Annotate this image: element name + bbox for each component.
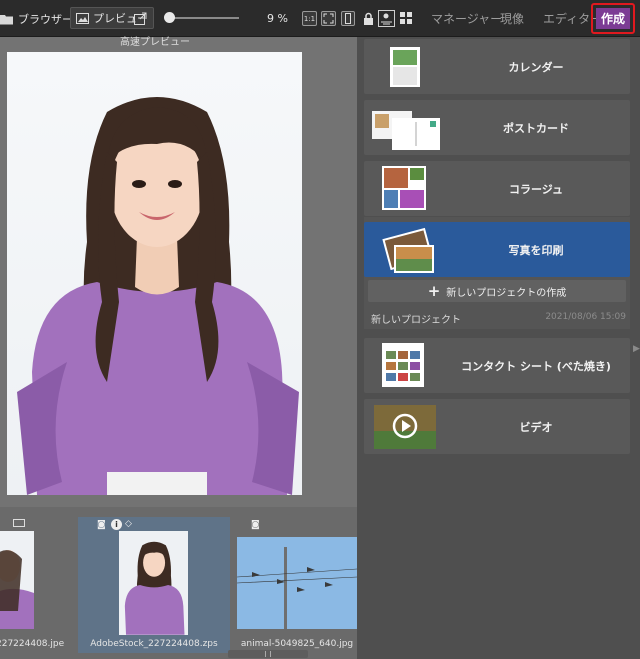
lock-icon[interactable] — [361, 11, 375, 26]
filmstrip-item-name: animal-5049825_640.jpg — [240, 639, 354, 649]
project-postcard[interactable]: ポストカード — [364, 100, 630, 155]
calendar-icon — [390, 47, 420, 87]
zoom-value: 9 % — [267, 12, 288, 25]
panel-collapse-arrow-icon[interactable]: ▶ — [633, 344, 640, 354]
info-icon: i — [111, 519, 122, 530]
filmstrip-item[interactable]: 227224408.jpeg — [0, 517, 68, 653]
browser-label: ブラウザー — [18, 12, 73, 26]
filmstrip-item[interactable]: ◙ animal-5049825_640.jpg — [237, 517, 357, 653]
new-project-button[interactable]: + 新しいプロジェクトの作成 — [368, 280, 626, 302]
create-tab-highlight: 作成 — [591, 3, 635, 34]
popout-icon[interactable] — [133, 11, 147, 25]
tab-create[interactable]: 作成 — [596, 8, 630, 29]
project-collage[interactable]: コラージュ — [364, 161, 630, 216]
thumbnail-image — [0, 531, 34, 629]
filmstrip-item-name: 227224408.jpeg — [0, 639, 64, 649]
create-projects-panel: カレンダー ポストカード コラージュ 写真を印刷 + 新しいプロジェクトの作成 … — [357, 37, 640, 659]
fit-height-icon[interactable] — [341, 11, 355, 26]
preview-pane: 高速プレビュー — [0, 37, 357, 507]
filmstrip: 227224408.jpeg ◙ i ◇ AdobeStock_22722440… — [0, 507, 357, 659]
project-label: ビデオ — [519, 420, 553, 434]
collage-icon — [382, 166, 426, 210]
print-photos-icon — [382, 227, 434, 273]
project-label: コンタクト シート (べた焼き) — [461, 359, 611, 373]
recent-project-row[interactable]: 新しいプロジェクト 2021/08/06 15:09 — [364, 308, 630, 326]
plus-icon: + — [427, 282, 441, 300]
app-window: ブラウザー ▼ プレビュー 9 % 1:1 マネージャー 現像 — [0, 0, 640, 659]
compare-icon[interactable] — [378, 10, 395, 27]
thumbnail-image — [237, 537, 357, 629]
recent-project-date: 2021/08/06 15:09 — [545, 312, 626, 322]
contact-sheet-icon — [382, 343, 424, 387]
postcard-icon — [372, 111, 440, 150]
tab-develop[interactable]: 現像 — [500, 0, 524, 37]
project-label: ポストカード — [503, 121, 569, 135]
preview-mode-label: 高速プレビュー — [120, 37, 190, 48]
image-icon — [76, 12, 89, 24]
filmstrip-item-selected[interactable]: ◙ i ◇ AdobeStock_227224408.zps — [78, 517, 230, 653]
folder-icon — [0, 14, 13, 24]
filmstrip-item-name: AdobeStock_227224408.zps — [90, 639, 218, 649]
filmstrip-scrollbar[interactable] — [228, 650, 308, 658]
new-project-button-label: 新しいプロジェクトの作成 — [446, 287, 567, 299]
project-contact-sheet[interactable]: コンタクト シート (べた焼き) — [364, 338, 630, 393]
project-label: 写真を印刷 — [508, 243, 564, 257]
project-label: カレンダー — [508, 60, 564, 74]
grid-view-icon[interactable] — [399, 11, 413, 25]
camera-icon: ◙ — [97, 520, 106, 530]
stack-icon — [13, 519, 25, 527]
tab-manager[interactable]: マネージャー — [431, 0, 502, 37]
top-toolbar: ブラウザー ▼ プレビュー 9 % 1:1 マネージャー 現像 — [0, 0, 640, 37]
video-icon — [374, 405, 436, 449]
zoom-slider-track[interactable] — [171, 17, 239, 19]
zoom-slider-knob[interactable] — [164, 12, 175, 23]
recent-project-name: 新しいプロジェクト — [371, 315, 461, 326]
thumbnail-image — [119, 531, 188, 635]
project-print-photos[interactable]: 写真を印刷 — [364, 222, 630, 277]
camera-icon: ◙ — [251, 520, 260, 530]
fit-screen-icon[interactable] — [321, 11, 336, 26]
project-video[interactable]: ビデオ — [364, 399, 630, 454]
project-label: コラージュ — [508, 182, 563, 196]
actual-size-icon[interactable]: 1:1 — [302, 11, 317, 26]
tag-icon: ◇ — [125, 519, 132, 529]
project-calendar[interactable]: カレンダー — [364, 39, 630, 94]
preview-photo — [7, 52, 302, 495]
